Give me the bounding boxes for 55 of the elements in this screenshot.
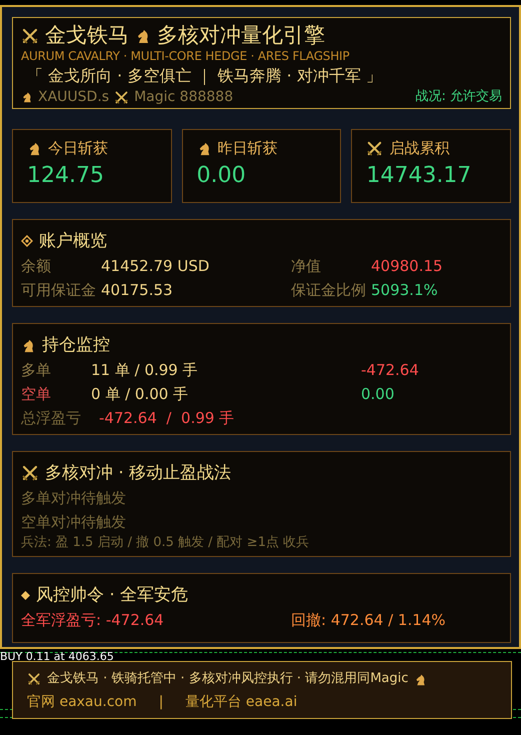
footer-notice: 金戈铁马 · 铁骑托管中 · 多核对冲风控执行 · 请勿混用同Magic (47, 670, 408, 688)
website-link[interactable]: 官网 eaxau.com (27, 690, 137, 714)
diamond-icon (21, 235, 33, 247)
stat-label: 昨日斩获 (218, 138, 278, 158)
row-pnl: 0.00 (361, 384, 396, 405)
english-tagline: AURUM CAVALRY · MULTI-CORE HEDGE · ARES FLAGSHIP (21, 49, 350, 64)
section-title: 持仓监控 (42, 334, 110, 357)
trading-status: 战况: 允许交易 (415, 88, 502, 106)
separator: | (158, 693, 164, 712)
horse-icon (21, 338, 36, 352)
section-title: 多核对冲 · 移动止盈战法 (45, 462, 232, 485)
website-link[interactable]: 量化平台 eaea.ai (185, 690, 298, 714)
horse-icon (27, 140, 42, 156)
crossed-swords-icon (366, 140, 384, 156)
crossed-swords-icon (27, 672, 41, 686)
crossed-swords-icon (21, 464, 39, 482)
app-subtitle: 多核对冲量化引擎 (157, 22, 325, 49)
stat-value: 0.00 (196, 162, 247, 190)
field-value: 5093.1% (371, 280, 439, 301)
total-value: -472.64 / 0.99 手 (99, 408, 234, 429)
row-label: 空单 (21, 384, 52, 405)
stat-value: 14743.17 (366, 162, 472, 190)
hedge-status: 多单对冲待触发 (21, 488, 127, 509)
drawdown: 回撤: 472.64 / 1.14% (291, 610, 447, 631)
total-label: 总浮盈亏 (21, 408, 81, 429)
strategy-rule: 兵法: 盈 1.5 启动 / 撤 0.5 触发 / 配对 ≥1点 收兵 (21, 534, 310, 552)
order-count: 0 单 / 0.00 手 (91, 384, 190, 405)
row-pnl: -472.64 (361, 360, 420, 381)
section-title: 账户概览 (39, 230, 107, 253)
symbol-label: XAUUSD.s (38, 88, 110, 106)
stat-value: 124.75 (27, 162, 105, 190)
field-label: 净值 (291, 256, 322, 277)
field-label: 可用保证金 (21, 280, 97, 301)
horse-icon (135, 28, 151, 44)
app-title: 金戈铁马 (45, 22, 129, 49)
magic-number: Magic 888888 (134, 88, 234, 106)
diamond-icon (21, 590, 30, 600)
field-value: 41452.79 USD (101, 256, 210, 277)
field-label: 余额 (21, 256, 52, 277)
row-label: 多单 (21, 360, 52, 381)
field-label: 保证金比例 (291, 280, 367, 301)
crossed-swords-icon (114, 90, 130, 104)
horse-icon (21, 91, 33, 103)
order-count: 11 单 / 0.99 手 (91, 360, 199, 381)
order-label: BUY 0.11 at 4063.65 (0, 651, 114, 663)
horse-icon (414, 672, 428, 686)
field-value: 40980.15 (371, 256, 444, 277)
section-title: 风控帅令 · 全军安危 (36, 584, 188, 607)
stat-label: 今日斩获 (48, 138, 108, 158)
crossed-swords-icon (21, 26, 39, 44)
motto: 「 金戈所向 · 多空俱亡 ｜ 铁马奔腾 · 对冲千军 」 (26, 65, 383, 87)
hedge-status: 空单对冲待触发 (21, 512, 127, 533)
stat-label: 启战累积 (389, 138, 450, 158)
floating-pnl: 全军浮盈亏: -472.64 (21, 610, 165, 631)
field-value: 40175.53 (101, 280, 174, 301)
